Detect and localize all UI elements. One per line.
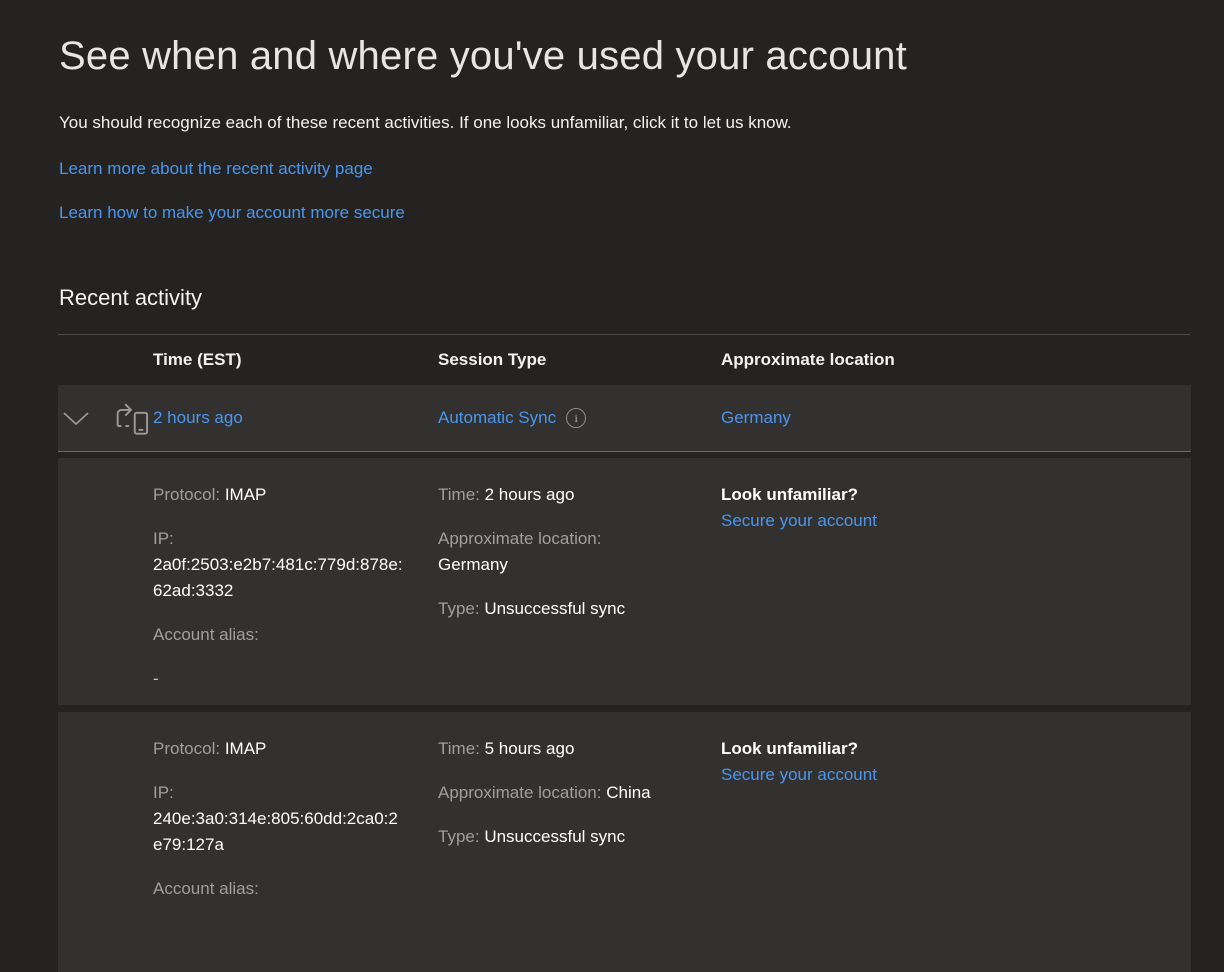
chevron-down-icon[interactable] xyxy=(62,411,90,426)
time-field: Time: 5 hours ago xyxy=(438,736,697,762)
learn-more-activity-link[interactable]: Learn more about the recent activity pag… xyxy=(59,159,373,179)
detail-col-actions: Look unfamiliar? Secure your account xyxy=(721,736,1191,972)
section-title: Recent activity xyxy=(59,285,1224,311)
page-title: See when and where you've used your acco… xyxy=(59,0,1224,80)
ip-address: 240e:3a0:314e:805:60dd:2ca0:2e79:127a xyxy=(153,806,403,858)
recent-activity-page: See when and where you've used your acco… xyxy=(0,0,1224,972)
detail-col-connection: Protocol: IMAP IP:240e:3a0:314e:805:60dd… xyxy=(153,736,438,972)
table-header-row: Time (EST) Session Type Approximate loca… xyxy=(58,335,1191,385)
detail-spacer xyxy=(58,482,153,710)
ip-field: IP:2a0f:2503:e2b7:481c:779d:878e:62ad:33… xyxy=(153,526,414,604)
look-unfamiliar-label: Look unfamiliar? xyxy=(721,736,1167,762)
col-header-location: Approximate location xyxy=(721,350,1191,370)
detail-col-session: Time: 5 hours ago Approximate location: … xyxy=(438,736,721,972)
account-alias-field: Account alias: xyxy=(153,876,414,902)
sync-devices-icon xyxy=(111,400,149,436)
protocol-field: Protocol: IMAP xyxy=(153,482,414,508)
col-header-session-type: Session Type xyxy=(438,350,721,370)
activity-detail-panel: Protocol: IMAP IP:2a0f:2503:e2b7:481c:77… xyxy=(58,458,1191,705)
info-icon[interactable]: i xyxy=(566,408,586,428)
summary-time-link[interactable]: 2 hours ago xyxy=(153,408,243,427)
protocol-field: Protocol: IMAP xyxy=(153,736,414,762)
recent-activity-table: Time (EST) Session Type Approximate loca… xyxy=(58,334,1191,972)
intro-text: You should recognize each of these recen… xyxy=(59,112,1224,133)
ip-field: IP:240e:3a0:314e:805:60dd:2ca0:2e79:127a xyxy=(153,780,414,858)
row-controls xyxy=(58,385,153,451)
detail-spacer xyxy=(58,736,153,972)
secure-account-link[interactable]: Secure your account xyxy=(721,508,877,534)
secure-account-link[interactable]: Secure your account xyxy=(721,762,877,788)
look-unfamiliar-label: Look unfamiliar? xyxy=(721,482,1167,508)
account-alias-value: - xyxy=(153,666,414,692)
detail-col-connection: Protocol: IMAP IP:2a0f:2503:e2b7:481c:77… xyxy=(153,482,438,710)
type-field: Type: Unsuccessful sync xyxy=(438,824,697,850)
col-header-time: Time (EST) xyxy=(153,350,438,370)
summary-location-link[interactable]: Germany xyxy=(721,408,791,427)
learn-secure-account-link[interactable]: Learn how to make your account more secu… xyxy=(59,203,405,223)
detail-col-session: Time: 2 hours ago Approximate location: … xyxy=(438,482,721,710)
location-field: Approximate location: China xyxy=(438,780,697,806)
activity-row-summary[interactable]: 2 hours ago Automatic Sync i Germany xyxy=(58,385,1191,452)
activity-detail-panel: Protocol: IMAP IP:240e:3a0:314e:805:60dd… xyxy=(58,712,1191,972)
detail-col-actions: Look unfamiliar? Secure your account xyxy=(721,482,1191,710)
location-field: Approximate location: Germany xyxy=(438,526,697,578)
account-alias-field: Account alias: xyxy=(153,622,414,648)
time-field: Time: 2 hours ago xyxy=(438,482,697,508)
summary-session-type-link[interactable]: Automatic Sync xyxy=(438,408,556,428)
type-field: Type: Unsuccessful sync xyxy=(438,596,697,622)
ip-address: 2a0f:2503:e2b7:481c:779d:878e:62ad:3332 xyxy=(153,552,403,604)
